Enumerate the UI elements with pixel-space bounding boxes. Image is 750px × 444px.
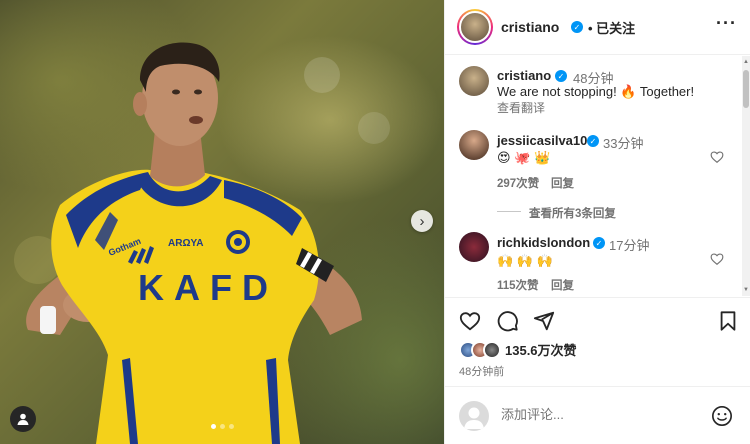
author-username[interactable]: cristiano [501, 19, 559, 35]
comment-likes[interactable]: 115次赞 [497, 277, 539, 293]
share-send-icon[interactable] [533, 310, 555, 332]
comments-list: cristiano ✓ 48分钟 We are not stopping! 🔥 … [445, 56, 750, 296]
tagged-users-button[interactable] [10, 406, 36, 432]
like-heart-icon[interactable] [459, 310, 481, 332]
post-header: cristiano ✓ • 已关注 ··· [445, 0, 750, 55]
verified-badge-icon: ✓ [587, 135, 599, 147]
caption-text: We are not stopping! 🔥 Together! [497, 84, 695, 99]
caption-username[interactable]: cristiano [497, 68, 551, 83]
svg-text:ARΩYA: ARΩYA [168, 238, 203, 249]
post-details-panel: cristiano ✓ • 已关注 ··· cristiano ✓ 48分钟 W… [444, 0, 750, 444]
author-avatar[interactable] [457, 9, 493, 45]
post-timestamp[interactable]: 48分钟前 [459, 363, 504, 379]
comment-input[interactable] [501, 407, 701, 422]
chevron-right-icon: › [419, 212, 425, 230]
comment-avatar[interactable] [459, 130, 489, 160]
liker-avatar [483, 340, 501, 359]
reply-button[interactable]: 回复 [551, 175, 574, 191]
comment-bubble-icon[interactable] [497, 310, 519, 332]
scrollbar-thumb[interactable] [743, 70, 749, 108]
reply-button[interactable]: 回复 [551, 277, 574, 293]
comment-username[interactable]: richkidslondon [497, 235, 590, 250]
svg-text:KAFD: KAFD [138, 267, 278, 308]
carousel-dots [0, 424, 444, 429]
comment-text: 😍 🐙 👑 [497, 150, 551, 165]
carousel-dot [219, 424, 225, 429]
caption-avatar[interactable] [459, 66, 489, 96]
like-comment-heart-icon[interactable] [710, 252, 724, 266]
current-user-avatar [459, 401, 489, 431]
post-photo[interactable]: KAFD ARΩYA Gotham › [0, 0, 444, 444]
translate-link[interactable]: 查看翻译 [497, 99, 545, 116]
verified-badge-icon: ✓ [571, 21, 583, 33]
carousel-dot [228, 424, 234, 429]
follow-status-button[interactable]: • 已关注 [588, 18, 635, 37]
view-replies-link[interactable]: 查看所有3条回复 [529, 205, 616, 221]
emoji-icon[interactable] [711, 405, 733, 427]
replies-divider [497, 211, 521, 212]
comment-text: 🙌 🙌 🙌 [497, 253, 553, 268]
default-user-icon [464, 407, 484, 429]
comments-scrollbar[interactable]: ▲ ▼ [742, 56, 750, 296]
bookmark-save-icon[interactable] [717, 310, 739, 332]
carousel-next-button[interactable]: › [411, 210, 433, 232]
comment-time: 33分钟 [603, 136, 644, 151]
add-comment-bar [445, 386, 750, 444]
player-photo: KAFD ARΩYA Gotham [14, 42, 390, 444]
verified-badge-icon: ✓ [555, 70, 567, 82]
carousel-dot [210, 424, 216, 429]
user-icon [17, 413, 29, 425]
comment-time: 17分钟 [609, 238, 650, 253]
comment-avatar[interactable] [459, 232, 489, 262]
comment-username[interactable]: jessiicasilva10 [497, 133, 587, 148]
likes-count[interactable]: 135.6万次赞 [505, 340, 577, 359]
comment-likes[interactable]: 297次赞 [497, 175, 539, 191]
scroll-down-arrow-icon[interactable]: ▼ [742, 286, 750, 294]
verified-badge-icon: ✓ [593, 237, 605, 249]
scroll-up-arrow-icon[interactable]: ▲ [742, 58, 750, 66]
likes-summary[interactable]: 135.6万次赞 [459, 340, 577, 359]
like-comment-heart-icon[interactable] [710, 150, 724, 164]
more-options-icon[interactable]: ··· [716, 13, 737, 34]
